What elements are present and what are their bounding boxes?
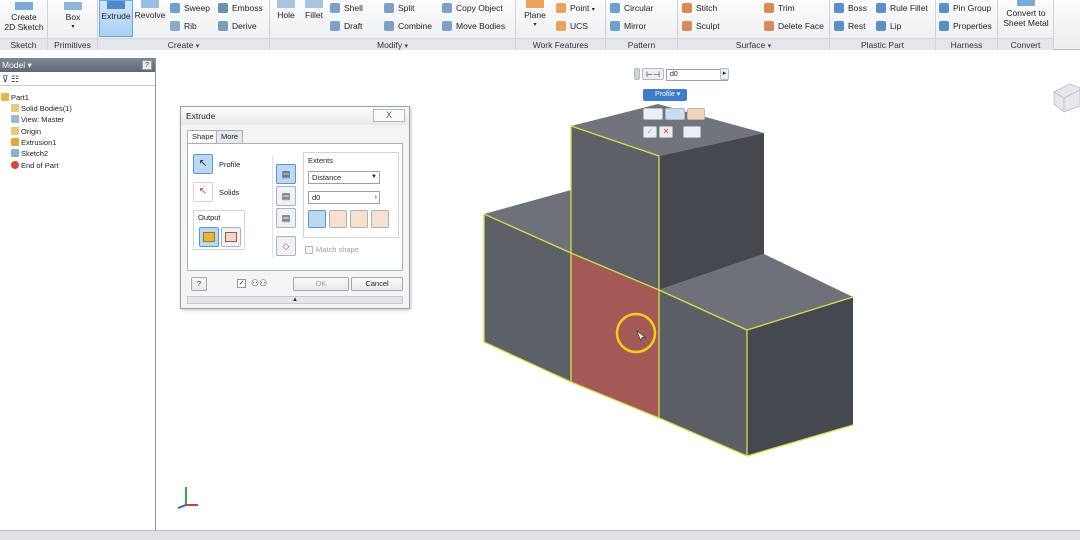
help-icon: ?: [196, 279, 202, 288]
close-icon: X: [385, 110, 392, 120]
match-shape-checkbox[interactable]: [305, 246, 313, 254]
cursor-arrow-icon: ↖: [198, 158, 208, 169]
mini-cancel-button[interactable]: ✕: [659, 126, 673, 138]
solid-output-icon: [203, 232, 215, 242]
mini-toolbar-grip[interactable]: [634, 68, 640, 80]
graphics-viewport[interactable]: [0, 0, 1080, 540]
operation-join-button[interactable]: ▤: [276, 164, 296, 184]
new-solid-button[interactable]: ◇: [276, 236, 296, 256]
output-solid-button[interactable]: [199, 227, 219, 247]
operation-cut-button[interactable]: ▤: [276, 186, 296, 206]
viewcube[interactable]: [1053, 83, 1080, 113]
output-group: Output: [193, 210, 245, 250]
solids-icon: ↖: [198, 186, 208, 197]
chevron-up-icon: ▲: [292, 297, 298, 303]
distance-input[interactable]: d0 ›: [308, 191, 380, 204]
extents-dropdown[interactable]: Distance ▼: [308, 171, 380, 184]
status-bar: [0, 530, 1080, 540]
ok-button[interactable]: OK: [293, 277, 349, 291]
direction-2-button[interactable]: [329, 210, 347, 228]
mini-profile-button[interactable]: Profile ▾: [643, 89, 687, 101]
preview-glasses-icon: ⚇⚇: [251, 278, 268, 288]
match-shape-label: Match shape: [316, 245, 359, 254]
tab-more[interactable]: More: [216, 130, 244, 143]
mini-more-button[interactable]: [683, 126, 701, 138]
output-label: Output: [198, 213, 221, 222]
mini-ok-button[interactable]: ✓: [643, 126, 657, 138]
surface-output-icon: [225, 232, 237, 242]
dialog-title: Extrude: [186, 111, 216, 121]
help-button[interactable]: ?: [191, 277, 207, 291]
dialog-shape-panel: ↖ Profile ↖ Solids Output ▤ ▤ ▤ ◇ Extent…: [187, 143, 403, 271]
chevron-down-icon: ▼: [371, 174, 377, 180]
distance-input-value: d0: [312, 193, 321, 202]
operation-intersect-button[interactable]: ▤: [276, 208, 296, 228]
solids-label: Solids: [219, 188, 240, 197]
distance-dimension-button[interactable]: ⊢⊣: [642, 68, 664, 80]
tab-shape[interactable]: Shape: [187, 130, 219, 143]
profile-label: Profile: [219, 160, 241, 169]
mini-distance-input[interactable]: d0: [666, 69, 728, 81]
close-button[interactable]: X: [373, 109, 405, 122]
solids-select-button[interactable]: ↖: [193, 182, 213, 202]
divider: [272, 156, 275, 258]
axis-triad-icon: [177, 487, 198, 509]
mini-output-button[interactable]: [643, 108, 663, 120]
direction-symmetric-button[interactable]: [350, 210, 368, 228]
chevron-right-icon: ›: [374, 194, 377, 201]
output-surface-button[interactable]: [221, 227, 241, 247]
intersect-icon: ▤: [281, 213, 291, 223]
extrude-dialog: Extrude X Shape More ↖ Profile ↖ Solids …: [180, 106, 410, 309]
mini-profile-label: Profile: [655, 91, 675, 98]
chevron-right-icon[interactable]: ▸: [720, 68, 729, 80]
profile-select-button[interactable]: ↖: [193, 154, 213, 174]
distance-icon: ⊢⊣: [646, 70, 660, 79]
cut-icon: ▤: [281, 191, 291, 201]
mini-operation-button[interactable]: [687, 108, 705, 120]
direction-1-button[interactable]: [308, 210, 326, 228]
mini-direction-button[interactable]: [665, 108, 685, 120]
direction-asymmetric-button[interactable]: [371, 210, 389, 228]
join-icon: ▤: [281, 169, 291, 179]
dialog-title-bar[interactable]: Extrude X: [181, 107, 409, 125]
cancel-button[interactable]: Cancel: [351, 277, 403, 291]
extents-label: Extents: [308, 156, 334, 165]
preview-checkbox[interactable]: ✓: [237, 279, 246, 288]
collapse-toggle[interactable]: ▲: [187, 296, 403, 304]
new-solid-icon: ◇: [282, 241, 290, 251]
extents-dropdown-value: Distance: [312, 173, 342, 182]
